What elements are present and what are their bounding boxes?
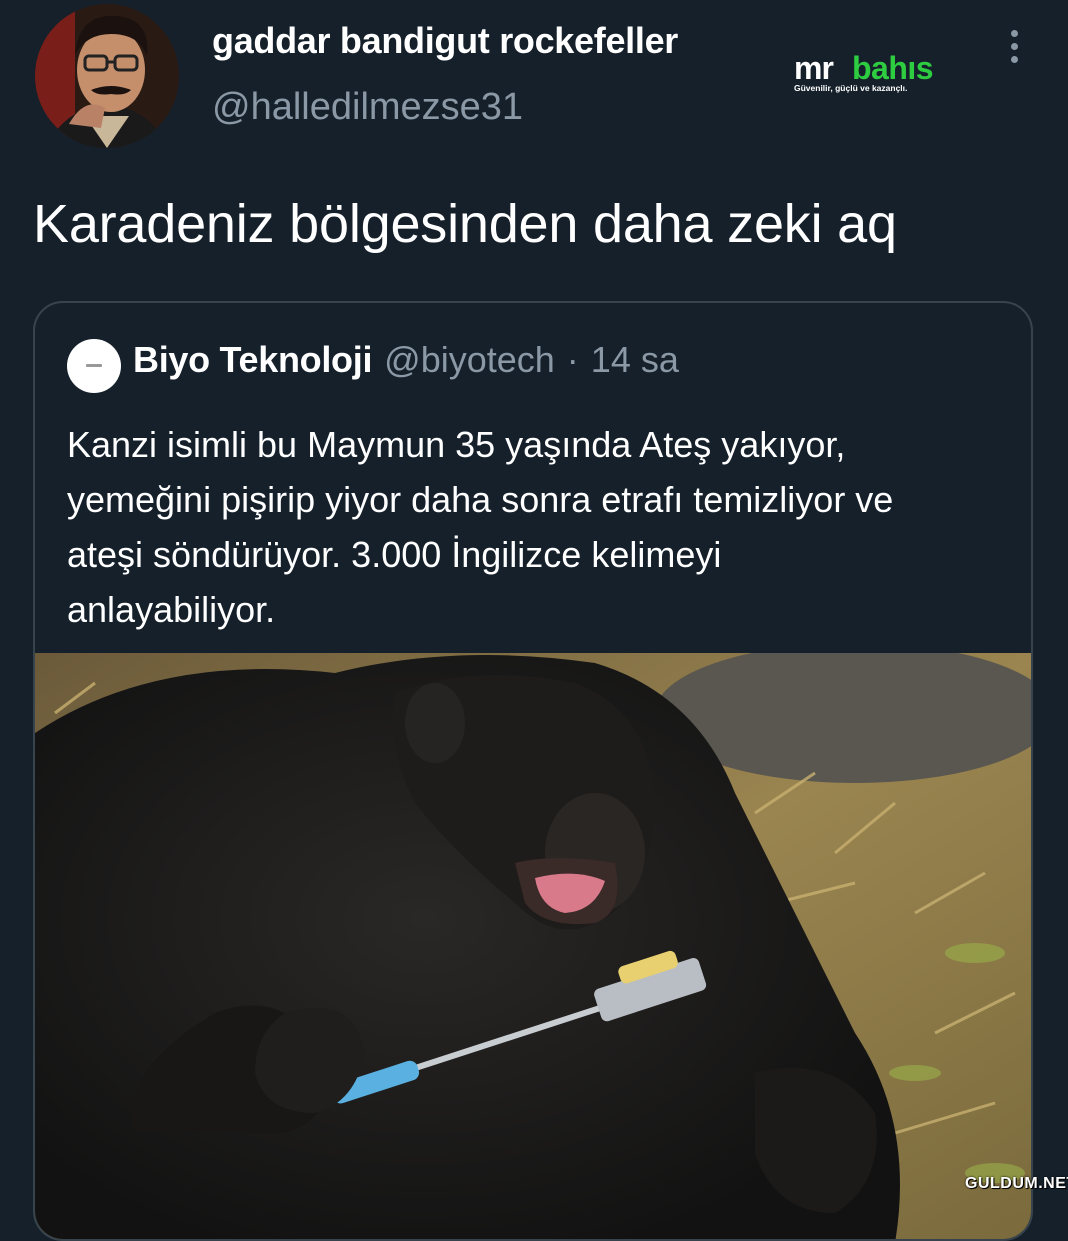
site-watermark: GULDUM.NET <box>965 1175 1068 1192</box>
quoted-tweet-photo[interactable] <box>35 653 1033 1241</box>
sponsor-logo: mr bahıs Güvenilir, güçlü ve kazançlı. <box>792 50 952 96</box>
quoted-tweet-time[interactable]: 14 sa <box>591 339 679 381</box>
sponsor-tagline: Güvenilir, güçlü ve kazançlı. <box>794 83 908 93</box>
quoted-author-handle[interactable]: @biyotech <box>384 339 555 381</box>
author-avatar-image <box>35 4 179 148</box>
quoted-text-line: yemeğini pişirip yiyor daha sonra etrafı… <box>67 479 894 520</box>
quoted-tweet-header: Biyo Teknoloji @biyotech · 14 sa <box>133 339 679 381</box>
quoted-text-line: Kanzi isimli bu Maymun 35 yaşında Ateş y… <box>67 424 846 465</box>
tweet-text: Karadeniz bölgesinden daha zeki aq <box>33 194 897 254</box>
author-handle[interactable]: @halledilmezse31 <box>212 86 523 129</box>
more-dot <box>1010 42 1018 50</box>
author-display-name[interactable]: gaddar bandigut rockefeller <box>212 20 678 62</box>
quoted-author-name[interactable]: Biyo Teknoloji <box>133 339 372 381</box>
quoted-tweet-text: Kanzi isimli bu Maymun 35 yaşında Ateş y… <box>67 417 1017 637</box>
more-options-icon[interactable] <box>998 26 1030 66</box>
sponsor-logo-bahis: bahıs <box>852 50 934 86</box>
header-separator: · <box>566 339 579 380</box>
quoted-author-avatar[interactable] <box>67 339 121 393</box>
quoted-text-line: anlayabiliyor. <box>67 589 276 630</box>
quoted-text-line: ateşi söndürüyor. 3.000 İngilizce kelime… <box>67 534 722 575</box>
author-avatar[interactable] <box>35 4 179 148</box>
more-dot <box>1010 55 1018 63</box>
sponsor-logo-mr: mr <box>794 50 834 86</box>
quoted-tweet-card[interactable]: Biyo Teknoloji @biyotech · 14 sa Kanzi i… <box>33 301 1033 1241</box>
more-dot <box>1010 29 1018 37</box>
